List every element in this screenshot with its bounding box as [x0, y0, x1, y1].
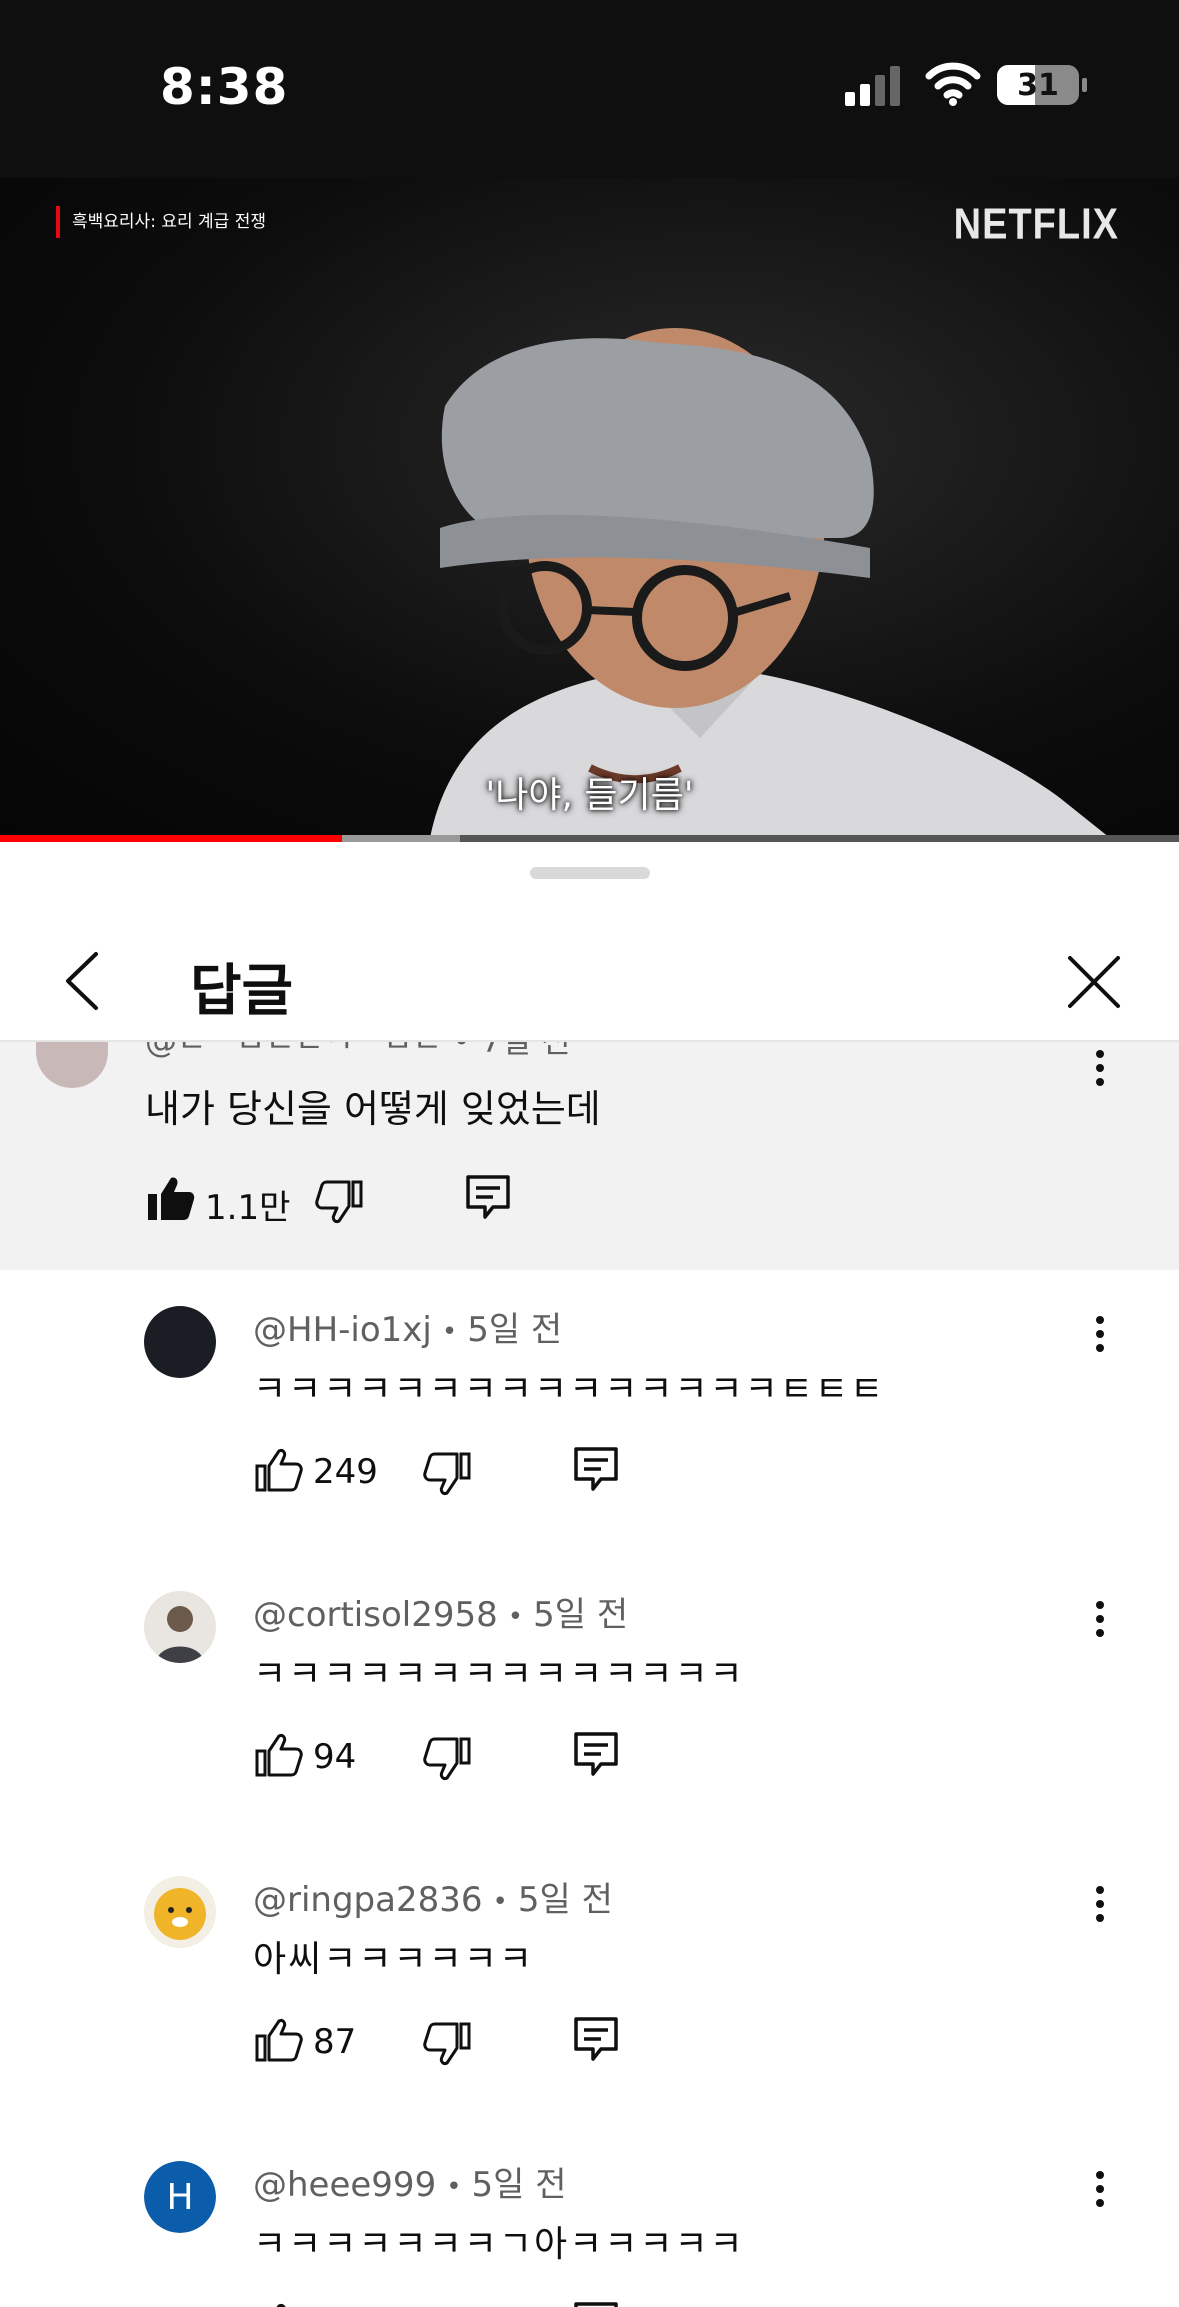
video-player[interactable]: 흑백요리사: 요리 계급 전쟁 NETFLIX '나야, 들기름': [0, 178, 1179, 838]
parent-comment: @ㄴㅡㅁㄴㄷㅋㅡㅁㄴ • 7일 전 내가 당신을 어떻게 잊었는데 1.1만: [0, 1042, 1179, 1270]
more-options-icon[interactable]: [1090, 1599, 1110, 1643]
more-options-icon[interactable]: [1090, 2169, 1110, 2213]
brand-logo: NETFLIX: [953, 200, 1119, 250]
separator-dot: •: [446, 2171, 462, 2202]
reply-text: ㅋㅋㅋㅋㅋㅋㅋㄱ아ㅋㅋㅋㅋㅋ: [253, 2224, 745, 2265]
reply-author[interactable]: @heee999: [253, 2165, 436, 2205]
progress-played: [0, 835, 342, 842]
thumbs-down-icon[interactable]: [421, 1733, 473, 1785]
reply-icon[interactable]: [571, 1444, 621, 1494]
replies-sheet: @ㄴㅡㅁㄴㄷㅋㅡㅁㄴ • 7일 전 내가 당신을 어떻게 잊었는데 1.1만: [0, 842, 1179, 2307]
battery-indicator: 31: [996, 64, 1088, 106]
cellular-signal-icon: [845, 66, 900, 106]
separator-dot: •: [492, 1886, 508, 1917]
wifi-icon: [925, 62, 981, 106]
reply-meta: @HH-io1xj • 5일 전: [253, 1302, 562, 1351]
sheet-title: 답글: [190, 959, 294, 1024]
comment-meta: @ㄴㅡㅁㄴㄷㅋㅡㅁㄴ • 7일 전: [145, 1042, 571, 1062]
reply-author[interactable]: @HH-io1xj: [253, 1310, 432, 1350]
video-progress-bar[interactable]: [0, 835, 1179, 842]
battery-level: 31: [1017, 67, 1059, 103]
avatar-letter: H: [166, 2176, 194, 2218]
thumbs-up-filled-icon[interactable]: [145, 1172, 197, 1224]
like-count: 249: [313, 1452, 378, 1492]
thumbs-up-icon[interactable]: [253, 2014, 305, 2066]
avatar[interactable]: H: [144, 2161, 216, 2233]
reply-time: 5일 전: [517, 1880, 613, 1920]
reply-time: 5일 전: [467, 1310, 563, 1350]
comment-text: 내가 당신을 어떻게 잊었는데: [145, 1087, 601, 1131]
reply-meta: @ringpa2836 • 5일 전: [253, 1872, 613, 1921]
thumbs-up-icon[interactable]: [253, 1729, 305, 1781]
reply-icon[interactable]: [571, 1729, 621, 1779]
clock: 8:38: [160, 58, 289, 116]
avatar[interactable]: [144, 1306, 216, 1378]
reply-item: @HH-io1xj • 5일 전 ㅋㅋㅋㅋㅋㅋㅋㅋㅋㅋㅋㅋㅋㅋㅋㅌㅌㅌ 249: [0, 1282, 1179, 1567]
thumbs-down-icon[interactable]: [313, 1176, 365, 1228]
chevron-left-icon[interactable]: [56, 950, 112, 1012]
thumbs-up-icon[interactable]: [253, 2299, 305, 2307]
thumbs-up-icon[interactable]: [253, 1444, 305, 1496]
thumbs-down-icon[interactable]: [421, 2303, 473, 2307]
sheet-drag-handle[interactable]: [530, 867, 650, 879]
thumbs-down-icon[interactable]: [421, 1448, 473, 1500]
reply-time: 5일 전: [533, 1595, 629, 1635]
reply-meta: @heee999 • 5일 전: [253, 2157, 567, 2206]
avatar[interactable]: [144, 1591, 216, 1663]
reply-item: @cortisol2958 • 5일 전 ㅋㅋㅋㅋㅋㅋㅋㅋㅋㅋㅋㅋㅋㅋ 94: [0, 1567, 1179, 1852]
reply-text: ㅋㅋㅋㅋㅋㅋㅋㅋㅋㅋㅋㅋㅋㅋ: [253, 1654, 745, 1695]
avatar[interactable]: [144, 1876, 216, 1948]
video-frame: [430, 328, 1110, 838]
more-options-icon[interactable]: [1090, 1048, 1110, 1088]
show-title: 흑백요리사: 요리 계급 전쟁: [56, 206, 266, 238]
reply-icon[interactable]: [571, 2014, 621, 2064]
reply-time: 5일 전: [471, 2165, 567, 2205]
separator-dot: •: [507, 1601, 524, 1632]
status-bar: 8:38 31: [0, 0, 1179, 178]
reply-text: 아씨ㅋㅋㅋㅋㅋㅋ: [253, 1939, 534, 1980]
like-count: 1.1만: [205, 1188, 291, 1228]
like-count: 87: [313, 2022, 357, 2062]
reply-author[interactable]: @cortisol2958: [253, 1595, 498, 1635]
video-subtitle: '나야, 들기름': [485, 775, 694, 816]
separator-dot: •: [441, 1316, 458, 1347]
thumbs-down-icon[interactable]: [421, 2018, 473, 2070]
reply-author[interactable]: @ringpa2836: [253, 1880, 483, 1920]
more-options-icon[interactable]: [1090, 1884, 1110, 1928]
reply-meta: @cortisol2958 • 5일 전: [253, 1587, 628, 1636]
reply-icon[interactable]: [463, 1172, 513, 1222]
reply-icon[interactable]: [571, 2299, 621, 2307]
like-count: 94: [313, 1737, 357, 1777]
sheet-header: 답글: [0, 922, 1179, 1042]
reply-item: H @heee999 • 5일 전 ㅋㅋㅋㅋㅋㅋㅋㄱ아ㅋㅋㅋㅋㅋ: [0, 2137, 1179, 2307]
reply-item: @ringpa2836 • 5일 전아씨ㅋㅋㅋㅋㅋㅋ 87: [0, 1852, 1179, 2137]
more-options-icon[interactable]: [1090, 1314, 1110, 1358]
close-icon[interactable]: [1064, 952, 1124, 1012]
avatar[interactable]: [36, 1042, 108, 1088]
reply-text: ㅋㅋㅋㅋㅋㅋㅋㅋㅋㅋㅋㅋㅋㅋㅋㅌㅌㅌ: [253, 1369, 886, 1410]
